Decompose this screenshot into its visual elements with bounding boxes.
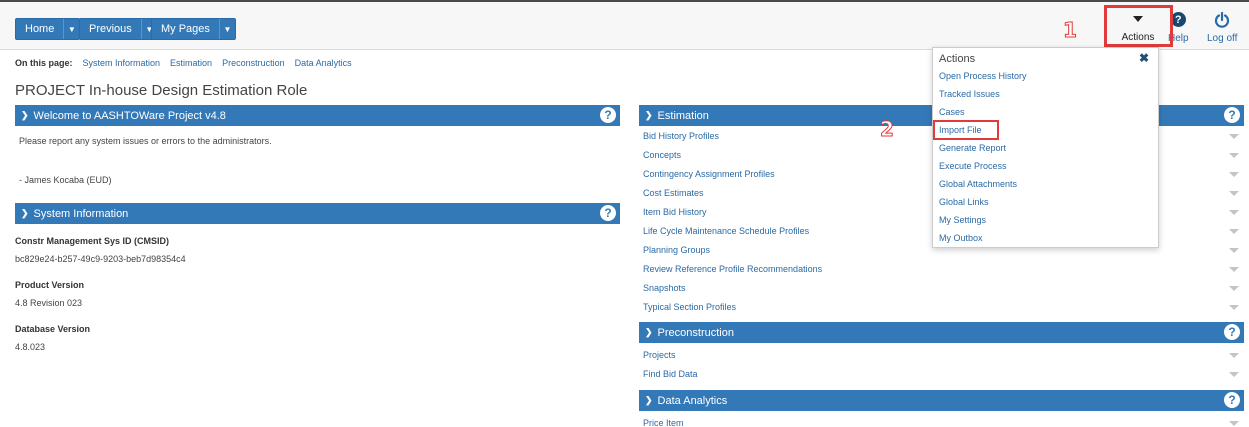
- chevron-down-icon[interactable]: [1229, 172, 1239, 177]
- preconstruction-link-projects[interactable]: Projects: [643, 350, 676, 360]
- chevron-down-icon[interactable]: ▼: [63, 19, 79, 39]
- chevron-down-icon[interactable]: [1229, 210, 1239, 215]
- help-icon[interactable]: ?: [1224, 324, 1240, 340]
- system-info-panel-title: System Information: [33, 207, 129, 220]
- data-analytics-panel-header[interactable]: ❯ Data Analytics ?: [639, 390, 1244, 411]
- menu-item-global-attachments[interactable]: Global Attachments: [939, 179, 1017, 189]
- jump-link-data-analytics[interactable]: Data Analytics: [295, 58, 352, 68]
- home-button[interactable]: Home ▼: [15, 18, 81, 40]
- estimation-link-bid-history-profiles[interactable]: Bid History Profiles: [643, 131, 719, 141]
- cmsid-value: bc829e24-b257-49c9-9203-beb7d98354c4: [15, 254, 186, 264]
- chevron-down-icon[interactable]: [1229, 191, 1239, 196]
- chevron-down-icon: ❯: [645, 110, 653, 120]
- help-icon[interactable]: ?: [600, 205, 616, 221]
- annotation-highlight-import-file: [933, 120, 999, 140]
- chevron-down-icon[interactable]: [1229, 267, 1239, 272]
- data-analytics-panel-title: Data Analytics: [657, 394, 728, 407]
- annotation-step-2: 2: [880, 117, 895, 142]
- estimation-link-snapshots[interactable]: Snapshots: [643, 283, 686, 293]
- logoff-button-label: Log off: [1207, 33, 1238, 44]
- database-version-label: Database Version: [15, 324, 91, 334]
- chevron-down-icon[interactable]: [1229, 229, 1239, 234]
- preconstruction-link-find-bid-data[interactable]: Find Bid Data: [643, 369, 698, 379]
- product-version-value: 4.8 Revision 023: [15, 298, 83, 308]
- menu-item-my-settings[interactable]: My Settings: [939, 215, 986, 225]
- home-button-label: Home: [25, 23, 55, 35]
- estimation-link-review-reference-profile[interactable]: Review Reference Profile Recommendations: [643, 264, 822, 274]
- jump-link-estimation[interactable]: Estimation: [170, 58, 212, 68]
- estimation-link-item-bid-history[interactable]: Item Bid History: [643, 207, 707, 217]
- estimation-panel-title: Estimation: [657, 109, 709, 122]
- actions-menu: Actions ✖ Open Process History Tracked I…: [932, 47, 1159, 248]
- menu-item-execute-process[interactable]: Execute Process: [939, 161, 1007, 171]
- estimation-link-contingency-assignment-profiles[interactable]: Contingency Assignment Profiles: [643, 169, 775, 179]
- chevron-down-icon: ❯: [21, 110, 29, 120]
- chevron-down-icon[interactable]: [1229, 421, 1239, 426]
- welcome-panel-title: Welcome to AASHTOWare Project v4.8: [33, 109, 226, 122]
- chevron-down-icon[interactable]: ▼: [218, 19, 235, 39]
- menu-item-open-process-history[interactable]: Open Process History: [939, 71, 1027, 81]
- chevron-down-icon: ❯: [21, 208, 29, 218]
- previous-button-label: Previous: [89, 23, 132, 35]
- system-info-panel-header[interactable]: ❯ System Information ?: [15, 203, 620, 224]
- annotation-highlight-actions: [1104, 5, 1173, 47]
- estimation-link-concepts[interactable]: Concepts: [643, 150, 681, 160]
- preconstruction-panel-header[interactable]: ❯ Preconstruction ?: [639, 322, 1244, 343]
- data-analytics-link-price-item[interactable]: Price Item: [643, 418, 684, 427]
- chevron-down-icon[interactable]: [1229, 353, 1239, 358]
- menu-item-global-links[interactable]: Global Links: [939, 197, 989, 207]
- menu-item-tracked-issues[interactable]: Tracked Issues: [939, 89, 1000, 99]
- cmsid-label: Constr Management Sys ID (CMSID): [15, 236, 170, 246]
- my-pages-button-label: My Pages: [161, 23, 210, 35]
- menu-item-cases[interactable]: Cases: [939, 107, 965, 117]
- my-pages-button[interactable]: My Pages ▼: [151, 18, 236, 40]
- chevron-down-icon[interactable]: [1229, 305, 1239, 310]
- chevron-down-icon[interactable]: [1229, 153, 1239, 158]
- welcome-signature: - James Kocaba (EUD): [19, 175, 112, 185]
- top-bar: Home ▼ Previous ▼ My Pages ▼ Actions ? H…: [0, 0, 1249, 50]
- chevron-down-icon: ❯: [645, 327, 653, 337]
- help-icon[interactable]: ?: [1224, 392, 1240, 408]
- menu-item-my-outbox[interactable]: My Outbox: [939, 233, 983, 243]
- page-title: PROJECT In-house Design Estimation Role: [15, 82, 308, 99]
- logoff-button[interactable]: Log off: [1207, 12, 1237, 44]
- estimation-link-life-cycle-maintenance[interactable]: Life Cycle Maintenance Schedule Profiles: [643, 226, 809, 236]
- database-version-value: 4.8.023: [15, 342, 46, 352]
- power-icon: [1215, 12, 1230, 28]
- on-this-page-label: On this page:: [15, 58, 73, 68]
- welcome-panel-header[interactable]: ❯ Welcome to AASHTOWare Project v4.8 ?: [15, 105, 620, 126]
- annotation-step-1: 1: [1063, 18, 1078, 43]
- menu-item-generate-report[interactable]: Generate Report: [939, 143, 1006, 153]
- preconstruction-panel-title: Preconstruction: [657, 326, 734, 339]
- chevron-down-icon: ❯: [645, 395, 653, 405]
- chevron-down-icon[interactable]: [1229, 286, 1239, 291]
- estimation-link-planning-groups[interactable]: Planning Groups: [643, 245, 710, 255]
- jump-link-system-information[interactable]: System Information: [83, 58, 161, 68]
- chevron-down-icon[interactable]: [1229, 248, 1239, 253]
- chevron-down-icon[interactable]: [1229, 134, 1239, 139]
- jump-link-preconstruction[interactable]: Preconstruction: [222, 58, 285, 68]
- help-icon[interactable]: ?: [1224, 107, 1240, 123]
- welcome-message: Please report any system issues or error…: [19, 136, 272, 146]
- chevron-down-icon[interactable]: [1229, 372, 1239, 377]
- product-version-label: Product Version: [15, 280, 85, 290]
- estimation-link-cost-estimates[interactable]: Cost Estimates: [643, 188, 704, 198]
- actions-menu-title: Actions: [939, 53, 976, 65]
- previous-button[interactable]: Previous ▼: [79, 18, 158, 40]
- question-circle-icon: ?: [1170, 12, 1186, 27]
- estimation-link-typical-section-profiles[interactable]: Typical Section Profiles: [643, 302, 736, 312]
- help-icon[interactable]: ?: [600, 107, 616, 123]
- close-icon[interactable]: ✖: [1139, 51, 1149, 65]
- on-this-page-nav: On this page: System Information Estimat…: [15, 58, 352, 68]
